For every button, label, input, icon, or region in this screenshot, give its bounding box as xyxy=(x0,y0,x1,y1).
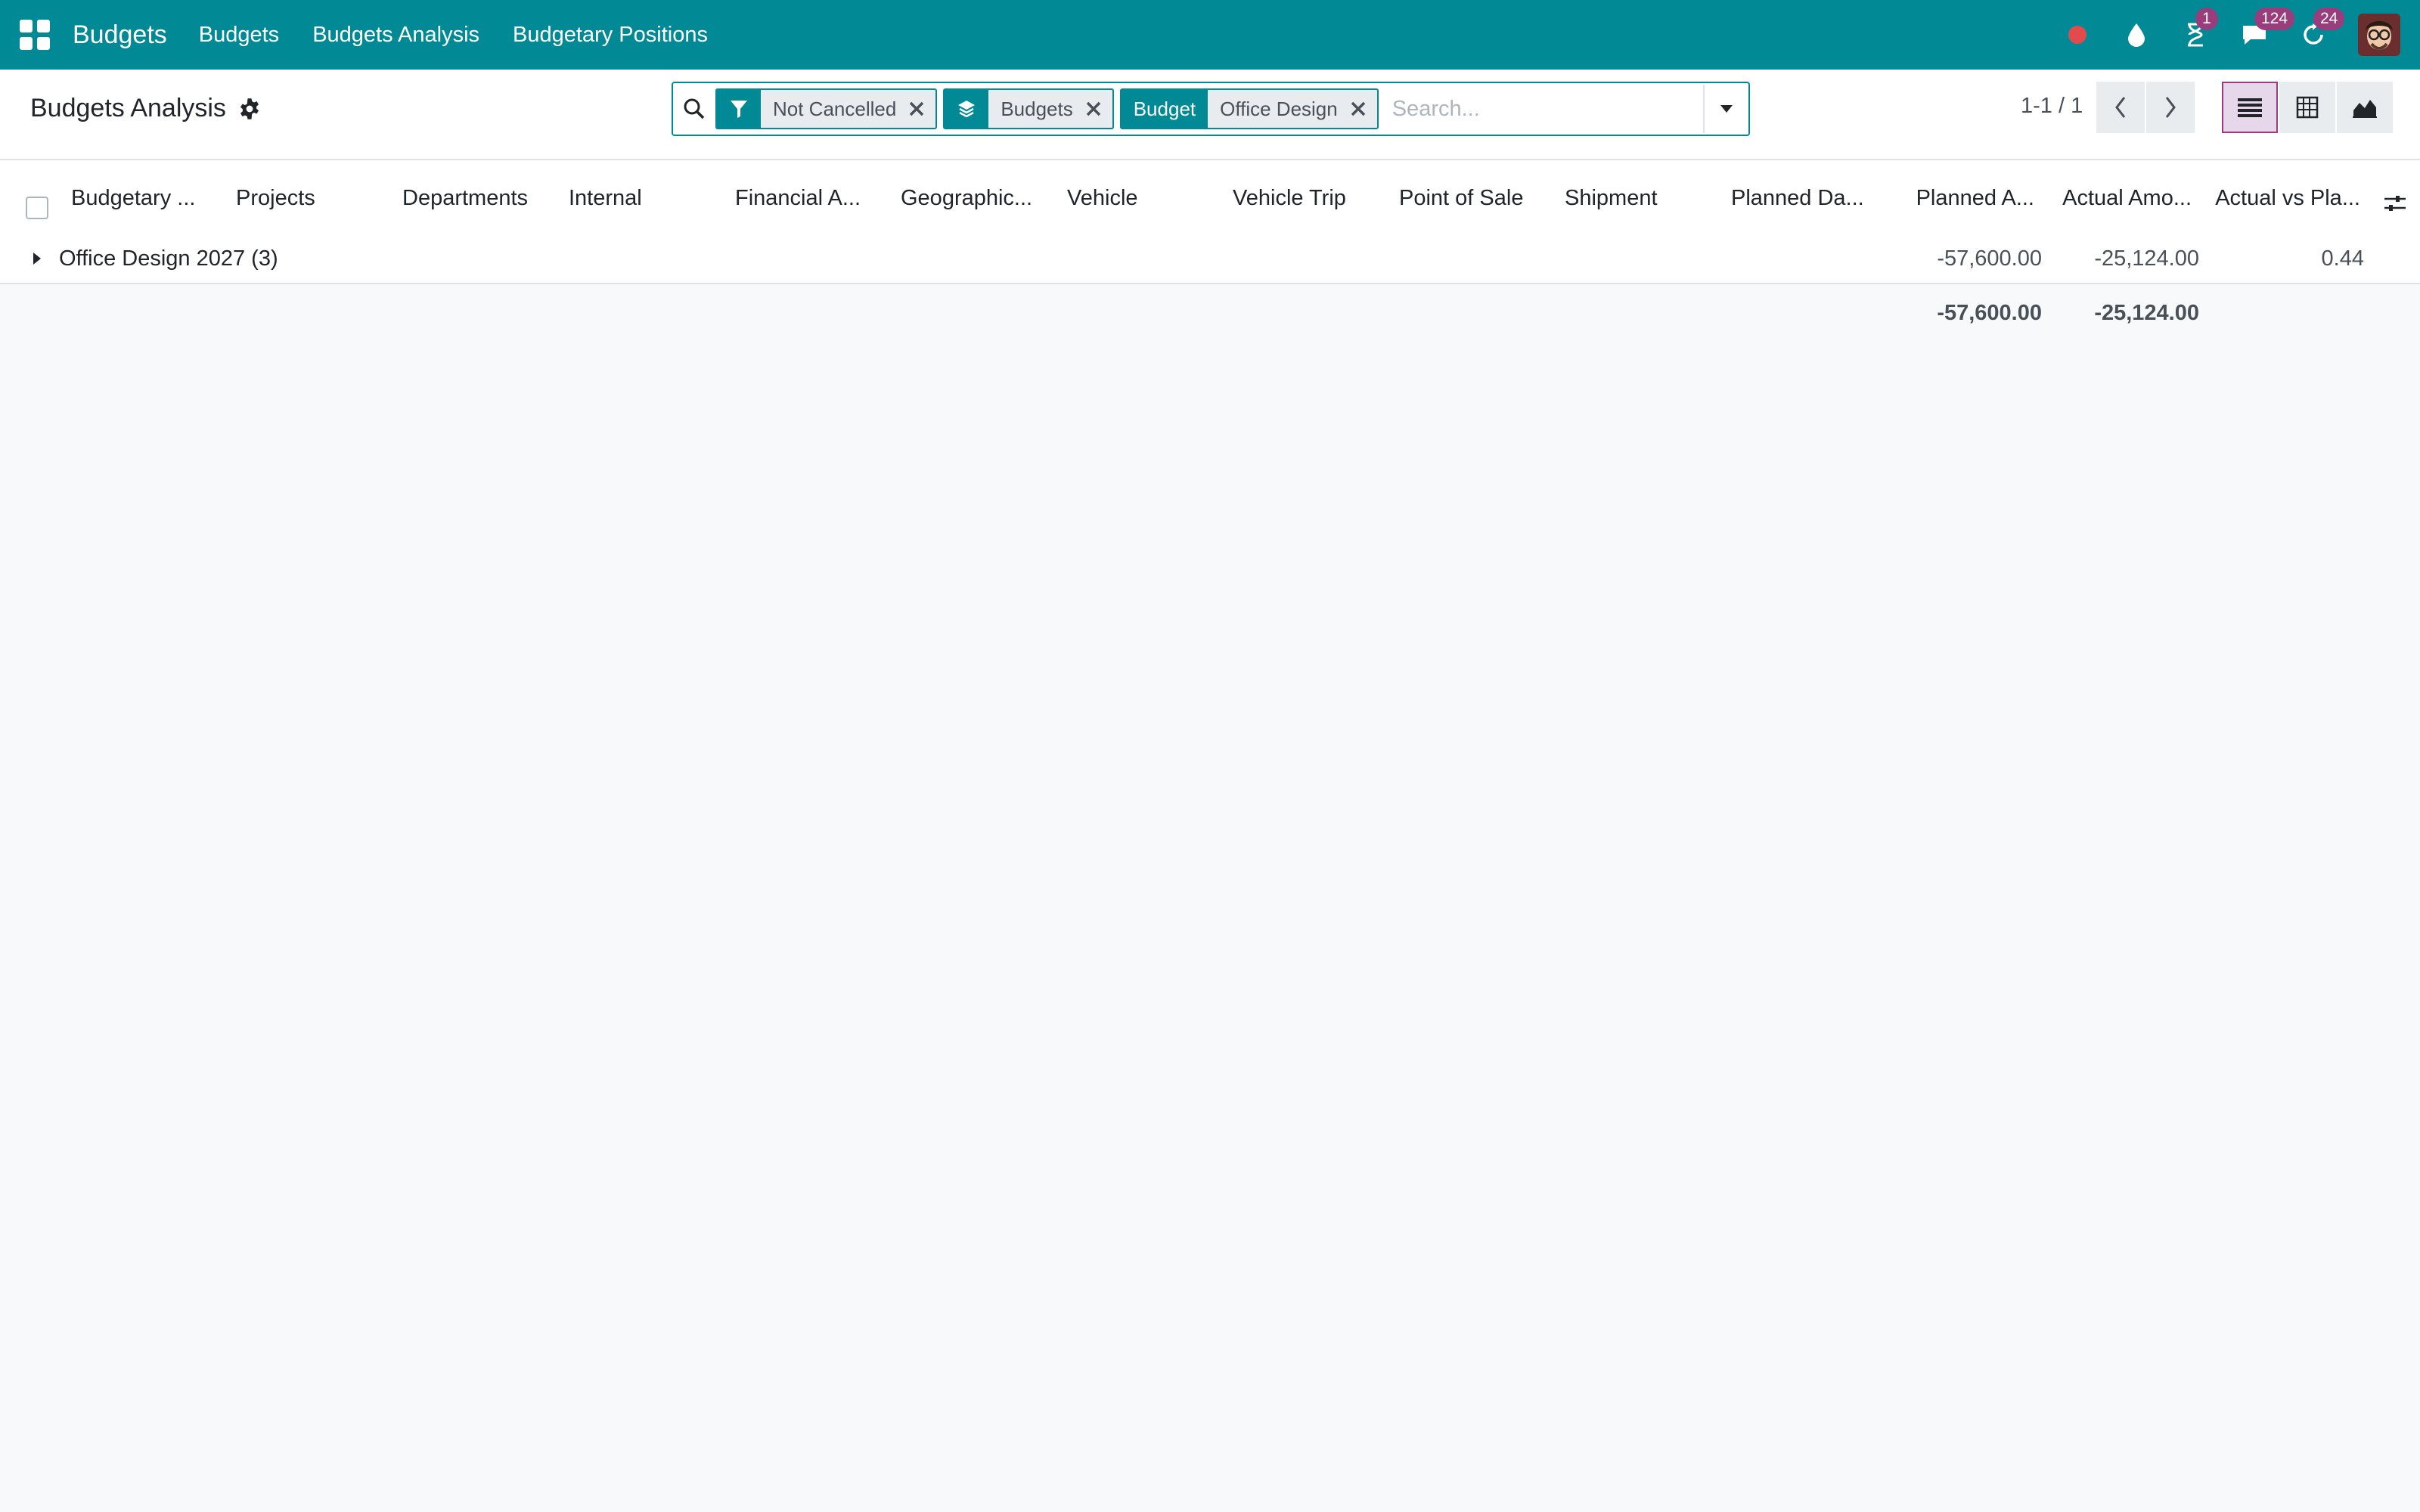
page-title: Budgets Analysis xyxy=(30,94,226,122)
facet-value: Office Design xyxy=(1220,97,1338,120)
chevron-left-icon xyxy=(2115,97,2126,118)
menu-budgets-analysis[interactable]: Budgets Analysis xyxy=(312,23,479,48)
optional-columns-icon[interactable] xyxy=(2382,191,2408,216)
control-panel: Budgets Analysis Not Cancelled Budgets B… xyxy=(0,70,2420,160)
search-bar: Not Cancelled Budgets Budget Office Desi… xyxy=(672,82,1750,136)
systray: 1 124 24 xyxy=(2048,0,2420,70)
layers-icon xyxy=(945,90,989,128)
column-header[interactable]: Actual vs Pla... xyxy=(2198,186,2360,211)
facet-budget: Budget Office Design xyxy=(1119,88,1379,129)
column-header[interactable]: Internal xyxy=(569,186,712,211)
app-switcher-icon[interactable] xyxy=(20,20,50,50)
user-avatar[interactable] xyxy=(2358,14,2400,56)
menu-budgetary-positions[interactable]: Budgetary Positions xyxy=(513,23,708,48)
search-icon[interactable] xyxy=(673,85,715,133)
group-name: Office Design 2027 (3) xyxy=(59,246,278,271)
column-header[interactable]: Actual Amo... xyxy=(2040,186,2192,211)
menu-budgets[interactable]: Budgets xyxy=(199,23,279,48)
top-navbar: Budgets Budgets Budgets Analysis Budgeta… xyxy=(0,0,2420,70)
total-planned-amount: -57,600.00 xyxy=(1937,301,2042,325)
graph-view-icon xyxy=(2353,100,2377,118)
column-header[interactable]: Vehicle xyxy=(1067,186,1211,211)
activities-badge: 1 xyxy=(2195,8,2218,30)
pager-previous-button[interactable] xyxy=(2096,82,2145,133)
column-header[interactable]: Shipment xyxy=(1565,186,1708,211)
messages-icon[interactable]: 124 xyxy=(2238,8,2295,51)
pivot-view-icon xyxy=(2296,96,2319,119)
updates-badge: 24 xyxy=(2313,8,2345,30)
facet-close-icon[interactable] xyxy=(904,90,935,128)
gear-icon[interactable] xyxy=(238,98,261,120)
facet-not-cancelled: Not Cancelled xyxy=(715,88,938,129)
column-header[interactable]: Planned Da... xyxy=(1731,186,1875,211)
app-brand[interactable]: Budgets xyxy=(73,20,167,50)
pivot-view-button[interactable] xyxy=(2279,82,2335,133)
totals-row: -57,600.00 -25,124.00 xyxy=(0,284,2420,345)
list-view-icon xyxy=(2238,98,2262,117)
total-actual-amount: -25,124.00 xyxy=(2094,301,2199,325)
group-actual-vs-planned: 0.44 xyxy=(2321,246,2364,271)
drop-icon[interactable] xyxy=(2120,18,2153,51)
facet-label: Budget xyxy=(1121,90,1208,128)
activities-icon[interactable]: 1 xyxy=(2179,8,2218,51)
breadcrumb: Budgets Analysis xyxy=(30,94,261,123)
select-all-checkbox[interactable] xyxy=(26,197,48,219)
column-header[interactable]: Financial A... xyxy=(735,186,879,211)
column-header[interactable]: Geographic... xyxy=(901,186,1044,211)
updates-icon[interactable]: 24 xyxy=(2297,8,2345,51)
column-header[interactable]: Planned A... xyxy=(1883,186,2034,211)
facet-value: Not Cancelled xyxy=(773,97,897,120)
column-header[interactable]: Vehicle Trip xyxy=(1233,186,1376,211)
facet-close-icon[interactable] xyxy=(1345,90,1377,128)
facet-value: Budgets xyxy=(1001,97,1073,120)
filter-icon xyxy=(717,90,761,128)
column-header[interactable]: Departments xyxy=(402,186,546,211)
messages-badge: 124 xyxy=(2254,8,2295,30)
search-options-toggle-icon[interactable] xyxy=(1703,85,1748,133)
chevron-right-icon xyxy=(2165,97,2176,118)
column-header[interactable]: Projects xyxy=(236,186,380,211)
facet-close-icon[interactable] xyxy=(1081,90,1112,128)
pager-next-button[interactable] xyxy=(2146,82,2195,133)
recording-icon[interactable] xyxy=(2061,18,2094,51)
graph-view-button[interactable] xyxy=(2337,82,2393,133)
column-header[interactable]: Budgetary ... xyxy=(71,186,198,211)
group-row[interactable]: Office Design 2027 (3) -57,600.00 -25,12… xyxy=(0,234,2420,284)
column-header[interactable]: Point of Sale xyxy=(1399,186,1543,211)
search-input[interactable] xyxy=(1390,87,1703,131)
pager-value[interactable]: 1-1 / 1 xyxy=(2021,94,2083,119)
group-actual-amount: -25,124.00 xyxy=(2094,246,2199,271)
caret-right-icon xyxy=(33,253,41,265)
group-planned-amount: -57,600.00 xyxy=(1937,246,2042,271)
list-view-button[interactable] xyxy=(2222,82,2278,133)
facet-groupby-budgets: Budgets xyxy=(943,88,1114,129)
list-header: Budgetary ... Projects Departments Inter… xyxy=(0,160,2420,236)
